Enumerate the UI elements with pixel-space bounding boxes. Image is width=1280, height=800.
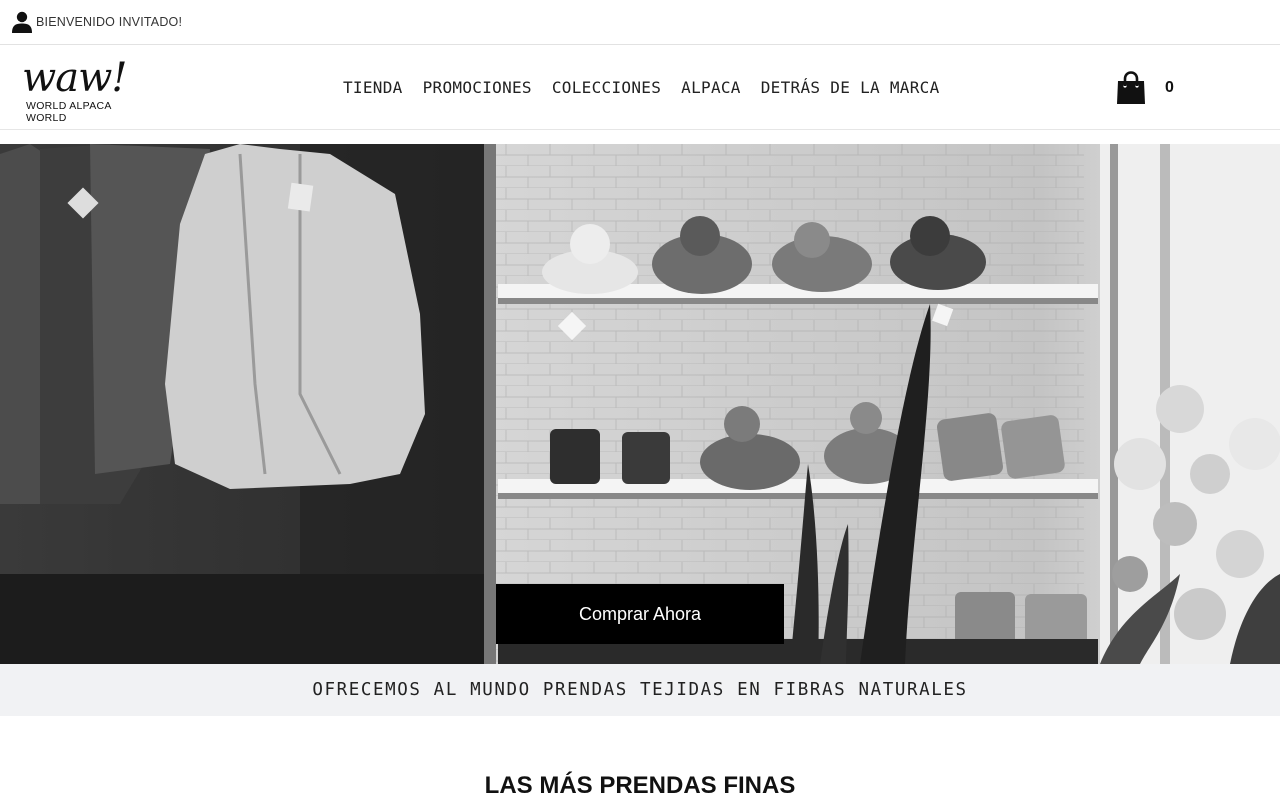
cart-button[interactable]: 0 bbox=[1116, 71, 1174, 105]
main-nav: TIENDA PROMOCIONES COLECCIONES ALPACA DE… bbox=[343, 45, 940, 130]
nav-colecciones[interactable]: COLECCIONES bbox=[552, 78, 661, 97]
nav-alpaca[interactable]: ALPACA bbox=[681, 78, 741, 97]
tagline-band: OFRECEMOS AL MUNDO PRENDAS TEJIDAS EN FI… bbox=[0, 664, 1280, 716]
shopping-bag-icon[interactable] bbox=[1116, 71, 1146, 105]
user-bar: BIENVENIDO INVITADO! bbox=[0, 0, 1280, 45]
tagline-text: OFRECEMOS AL MUNDO PRENDAS TEJIDAS EN FI… bbox=[312, 680, 968, 700]
shop-now-button[interactable]: Comprar Ahora bbox=[496, 584, 784, 644]
section-title: LAS MÁS PRENDAS FINAS bbox=[484, 772, 796, 799]
site-header: waw! WORLD ALPACA WORLD TIENDA PROMOCION… bbox=[0, 45, 1280, 130]
nav-detras-de-la-marca[interactable]: DETRÁS DE LA MARCA bbox=[761, 78, 940, 97]
nav-promociones[interactable]: PROMOCIONES bbox=[423, 78, 532, 97]
logo[interactable]: waw! WORLD ALPACA WORLD bbox=[22, 55, 154, 124]
hero-banner: Comprar Ahora bbox=[0, 144, 1280, 664]
logo-tagline: WORLD ALPACA WORLD bbox=[26, 100, 112, 124]
nav-tienda[interactable]: TIENDA bbox=[343, 78, 403, 97]
logo-mark: waw! bbox=[22, 55, 127, 101]
cart-count: 0 bbox=[1165, 79, 1174, 96]
welcome-text: BIENVENIDO INVITADO! bbox=[36, 15, 183, 29]
user-icon[interactable] bbox=[12, 11, 32, 33]
